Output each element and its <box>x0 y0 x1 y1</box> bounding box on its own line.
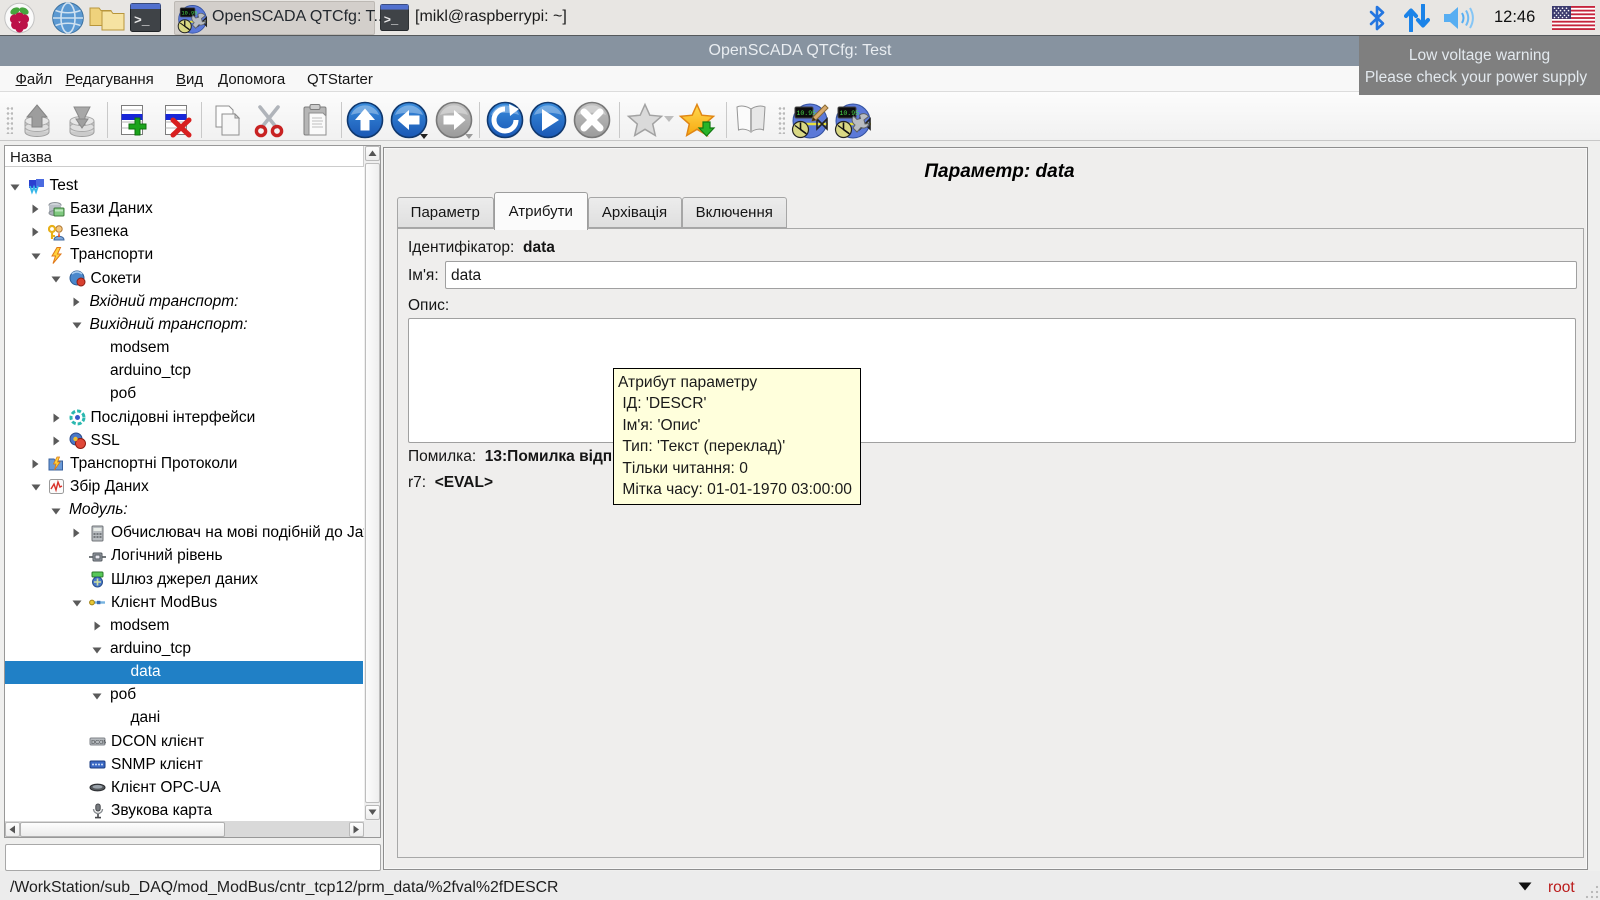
svg-text:10.95: 10.95 <box>181 10 197 16</box>
svg-text:DCON: DCON <box>91 740 106 746</box>
svg-text:>_: >_ <box>134 13 150 28</box>
svg-text:>_: >_ <box>384 14 399 28</box>
svg-text:10.95: 10.95 <box>840 110 860 117</box>
svg-text:10.95: 10.95 <box>797 110 817 117</box>
